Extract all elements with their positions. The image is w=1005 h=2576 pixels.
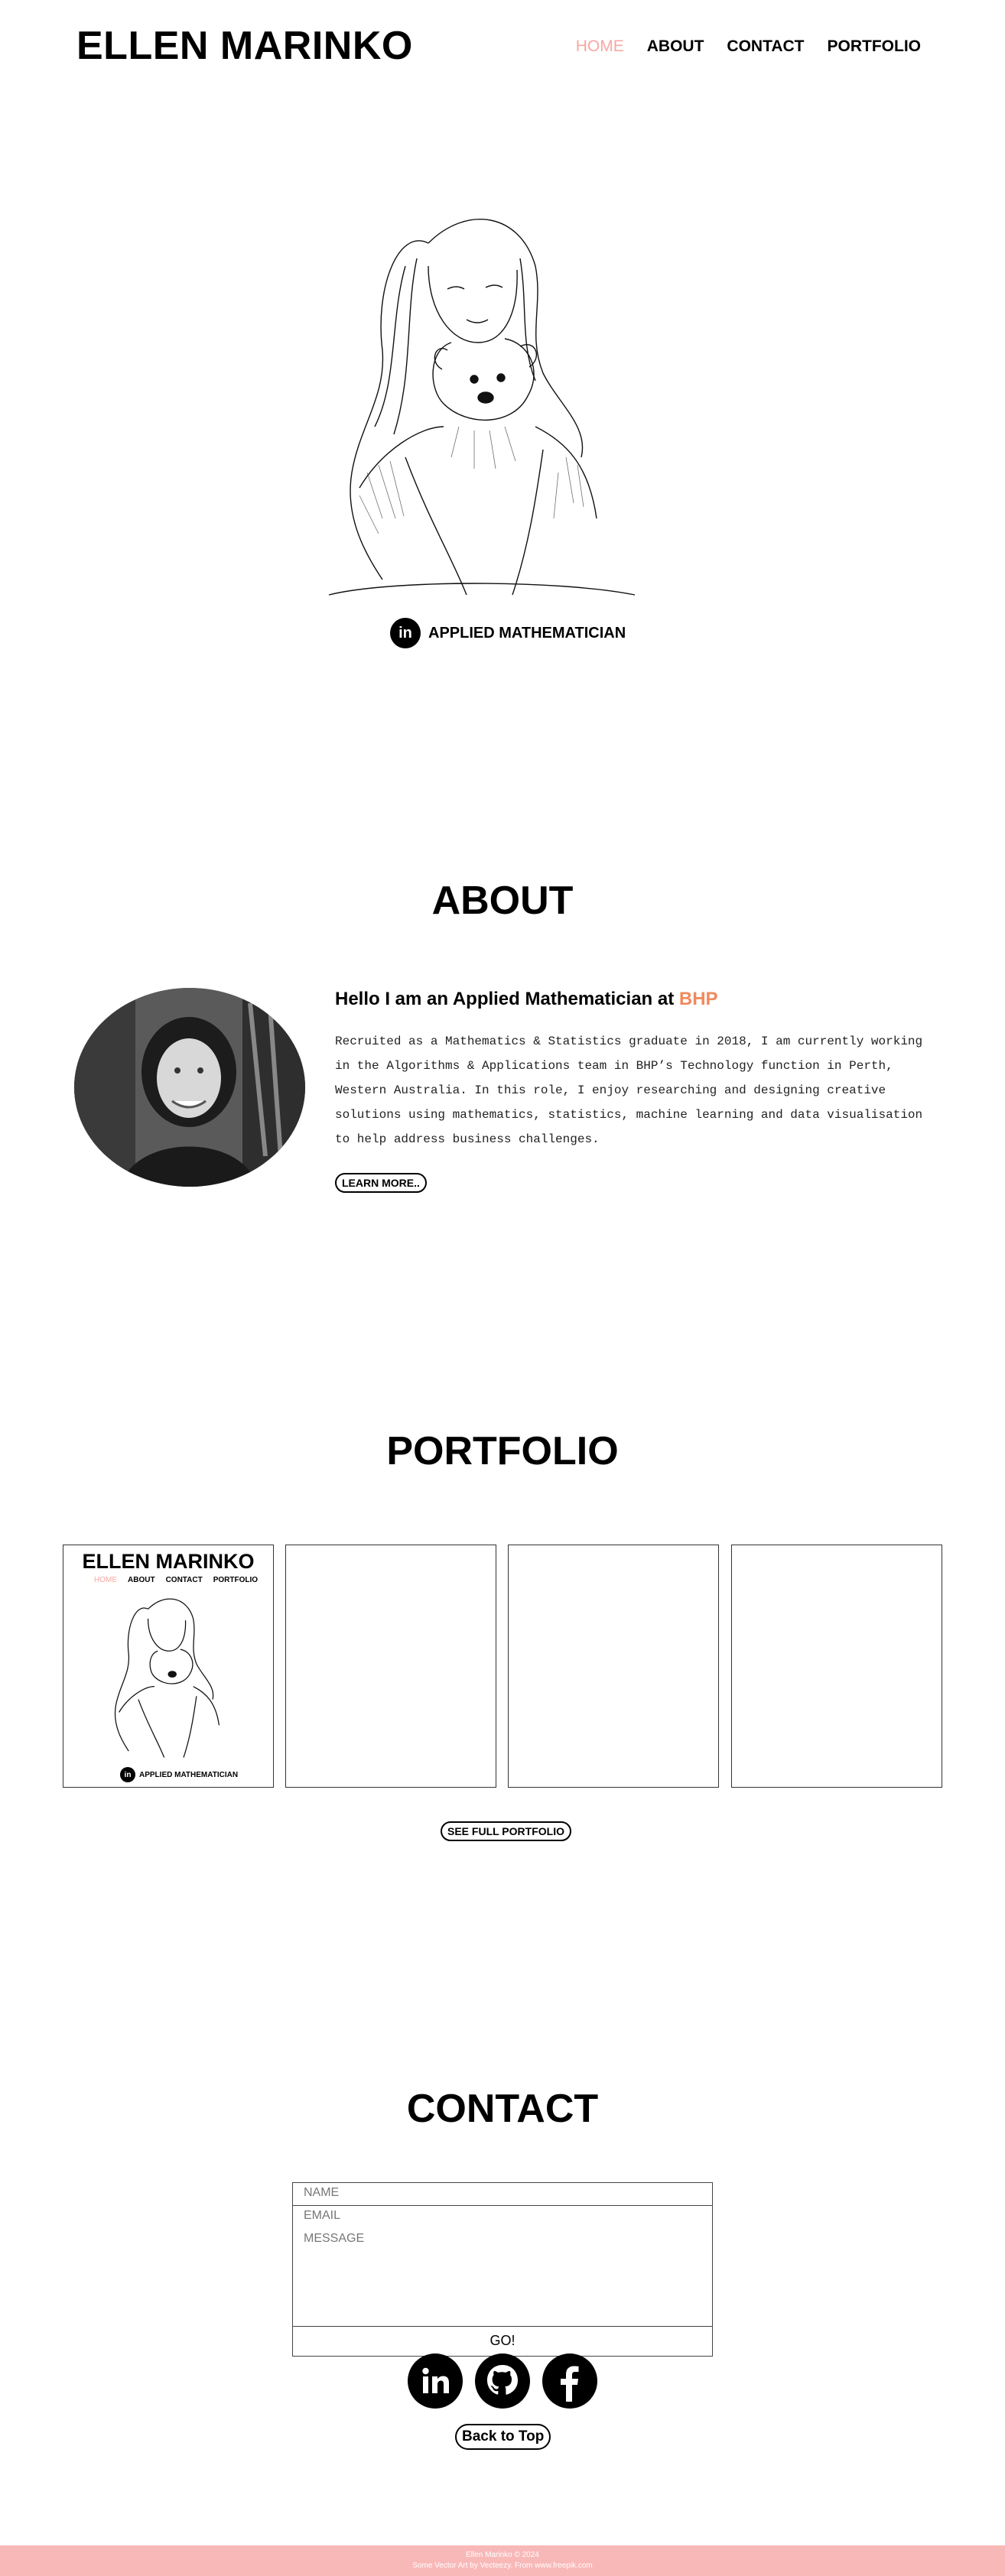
email-message-area: EMAIL MESSAGE xyxy=(292,2205,713,2326)
about-line: Western Australia. In this role, I enjoy… xyxy=(335,1083,886,1097)
back-to-top-button[interactable]: Back to Top xyxy=(455,2424,551,2450)
portfolio-card[interactable] xyxy=(508,1545,719,1788)
portfolio-title: PORTFOLIO xyxy=(386,1429,619,1473)
site-brand[interactable]: ELLEN MARINKO xyxy=(76,23,413,69)
main-nav: HOME ABOUT CONTACT PORTFOLIO xyxy=(576,36,921,57)
about-line: solutions using mathematics, statistics,… xyxy=(335,1108,923,1122)
about-heading: Hello I am an Applied Mathematician at B… xyxy=(335,988,718,1011)
about-line: Recruited as a Mathematics & Statistics … xyxy=(335,1035,923,1048)
profile-photo xyxy=(74,988,305,1187)
about-heading-text: Hello I am an Applied Mathematician at xyxy=(335,989,679,1009)
contact-title: CONTACT xyxy=(406,2087,599,2131)
portfolio-card[interactable]: ELLEN MARINKO HOME ABOUT CONTACT PORTFOL… xyxy=(63,1545,274,1788)
preview-nav: HOME ABOUT CONTACT PORTFOLIO xyxy=(94,1576,258,1584)
facebook-icon[interactable] xyxy=(542,2353,597,2409)
hero-tagline: APPLIED MATHEMATICIAN xyxy=(428,624,626,642)
footer-copyright: Ellen Marinko © 2024 xyxy=(466,2551,539,2559)
footer-credit[interactable]: Some Vector Art by Vecteezy. From www.fr… xyxy=(0,2561,1005,2571)
preview-brand: ELLEN MARINKO xyxy=(82,1550,255,1573)
contact-form: NAME EMAIL MESSAGE GO! xyxy=(292,2182,713,2357)
preview-linkedin-icon: in xyxy=(120,1767,135,1782)
hero-illustration xyxy=(328,219,636,596)
about-line: to help address business challenges. xyxy=(335,1132,600,1146)
preview-illustration xyxy=(114,1598,220,1758)
preview-nav-item: CONTACT xyxy=(165,1576,203,1584)
nav-portfolio[interactable]: PORTFOLIO xyxy=(828,36,922,57)
name-field[interactable]: NAME xyxy=(292,2182,713,2205)
linkedin-icon[interactable]: in xyxy=(390,618,421,648)
site-footer: Ellen Marinko © 2024 Some Vector Art by … xyxy=(0,2545,1005,2576)
site-header: ELLEN MARINKO HOME ABOUT CONTACT PORTFOL… xyxy=(0,0,1005,92)
preview-tagline-row: in APPLIED MATHEMATICIAN xyxy=(120,1767,238,1782)
hero-tagline-row: in APPLIED MATHEMATICIAN xyxy=(390,618,626,648)
see-full-portfolio-button[interactable]: SEE FULL PORTFOLIO xyxy=(441,1821,571,1841)
nav-home[interactable]: HOME xyxy=(576,36,624,57)
github-icon[interactable] xyxy=(475,2353,530,2409)
learn-more-button[interactable]: LEARN MORE.. xyxy=(335,1173,427,1193)
about-line: in the Algorithms & Applications team in… xyxy=(335,1059,893,1073)
nav-contact[interactable]: CONTACT xyxy=(727,36,804,57)
bhp-link[interactable]: BHP xyxy=(679,989,718,1009)
portfolio-card[interactable] xyxy=(731,1545,942,1788)
linkedin-icon[interactable] xyxy=(408,2353,463,2409)
message-field[interactable]: MESSAGE xyxy=(304,2232,364,2246)
preview-nav-item: PORTFOLIO xyxy=(213,1576,259,1584)
social-links xyxy=(408,2353,597,2409)
portfolio-card[interactable] xyxy=(285,1545,496,1788)
about-title: ABOUT xyxy=(431,879,574,923)
preview-tagline: APPLIED MATHEMATICIAN xyxy=(139,1770,239,1779)
preview-nav-item: ABOUT xyxy=(128,1576,155,1584)
nav-about[interactable]: ABOUT xyxy=(647,36,704,57)
portfolio-grid: ELLEN MARINKO HOME ABOUT CONTACT PORTFOL… xyxy=(63,1545,942,1788)
submit-button[interactable]: GO! xyxy=(292,2326,713,2357)
preview-nav-item: HOME xyxy=(94,1576,117,1584)
email-field[interactable]: EMAIL xyxy=(304,2209,340,2223)
about-body: Recruited as a Mathematics & Statistics … xyxy=(335,1029,932,1152)
